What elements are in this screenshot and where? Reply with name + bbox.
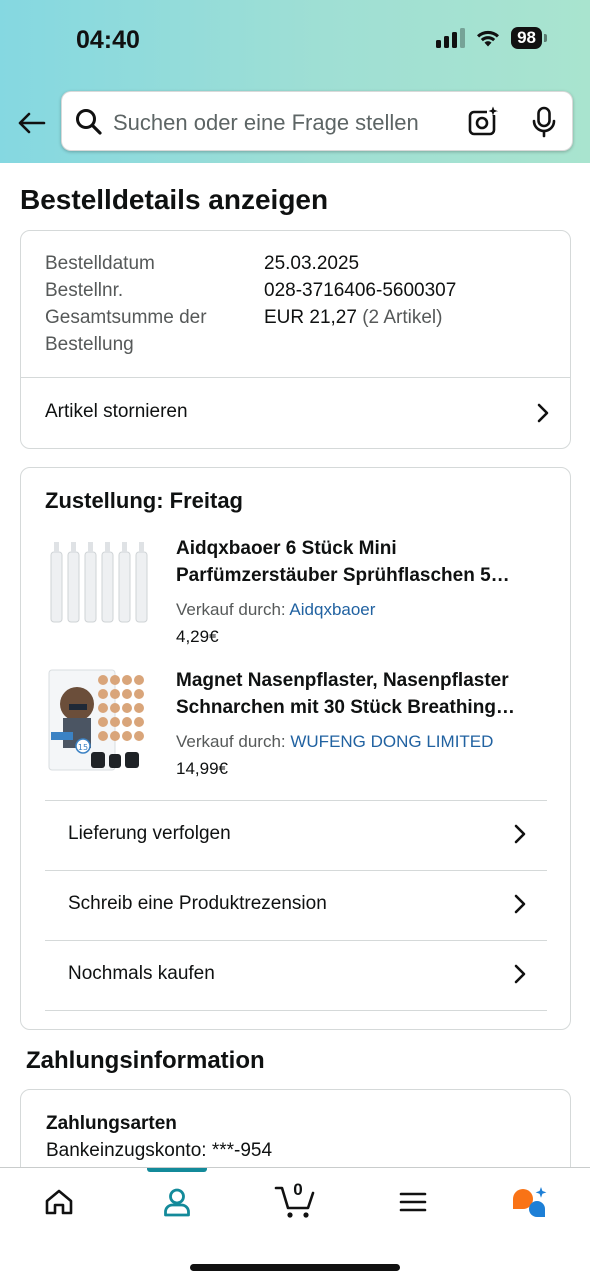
cancel-items-label: Artikel stornieren (45, 401, 188, 422)
status-time: 04:40 (76, 26, 140, 54)
assistant-icon (513, 1187, 547, 1217)
order-total-amount: EUR 21,27 (264, 307, 357, 328)
active-tab-indicator (147, 1168, 207, 1172)
payment-section-title: Zahlungsinformation (26, 1047, 265, 1074)
product-title-line1: Magnet Nasenpflaster, Nasenpflaster (176, 670, 509, 691)
divider (45, 1010, 547, 1011)
order-item-count: (2 Artikel) (362, 307, 443, 328)
product-image (45, 538, 151, 634)
cancel-items-row[interactable]: Artikel stornieren (21, 378, 570, 448)
order-summary-card: Bestelldatum 25.03.2025 Bestellnr. 028-3… (20, 230, 571, 449)
search-input[interactable]: Suchen oder eine Frage stellen (61, 91, 573, 151)
seller-link[interactable]: Aidqxbaoer (289, 600, 375, 619)
product-title-line2: Schnarchen mit 30 Stück Breathing… (176, 697, 515, 718)
search-placeholder: Suchen oder eine Frage stellen (113, 110, 419, 135)
back-arrow-icon (18, 112, 46, 134)
product-price: 14,99€ (176, 759, 228, 778)
seller-info: Verkauf durch: WUFENG DONG LIMITED (176, 732, 494, 751)
menu-icon (399, 1192, 427, 1212)
product-item[interactable]: Aidqxbaoer 6 Stück Mini Parfümzerstäuber… (21, 528, 570, 648)
battery-indicator: 98 (511, 27, 547, 49)
track-delivery-row[interactable]: Lieferung verfolgen (45, 801, 547, 870)
account-icon (164, 1188, 190, 1217)
tab-cart[interactable]: 0 (270, 1180, 320, 1222)
seller-info: Verkauf durch: Aidqxbaoer (176, 600, 376, 619)
seller-link[interactable]: WUFENG DONG LIMITED (290, 732, 493, 751)
order-number-label: Bestellnr. (45, 280, 124, 301)
payment-method-label: Zahlungsarten (46, 1113, 177, 1134)
order-date-label: Bestelldatum (45, 253, 155, 274)
chevron-right-icon (514, 894, 526, 914)
wifi-icon (477, 30, 500, 47)
order-date-value: 25.03.2025 (264, 253, 360, 274)
product-item[interactable]: 15 Magnet Nasenpflaster, Nasenpflaster S… (21, 660, 570, 780)
thumb-badge: 15 (78, 743, 88, 752)
microphone-icon[interactable] (530, 106, 558, 138)
tab-account[interactable] (152, 1182, 202, 1222)
product-title-line2: Parfümzerstäuber Sprühflaschen 5… (176, 565, 510, 586)
header: 04:40 98 Suchen oder eine Frage stellen (0, 0, 590, 163)
bottom-tab-bar: 0 (0, 1167, 590, 1280)
product-image: 15 (48, 669, 144, 771)
tab-menu[interactable] (388, 1182, 438, 1222)
home-indicator (190, 1264, 400, 1271)
page-title: Bestelldetails anzeigen (20, 184, 329, 215)
delivery-heading: Zustellung: Freitag (45, 488, 243, 513)
status-icons: 98 (436, 27, 547, 49)
product-price: 4,29€ (176, 627, 219, 646)
chevron-right-icon (514, 964, 526, 984)
tab-home[interactable] (34, 1182, 84, 1222)
order-total-value: EUR 21,27 (2 Artikel) (264, 304, 442, 331)
order-total-label: Gesamtsumme der Bestellung (45, 307, 207, 355)
back-button[interactable] (14, 106, 48, 140)
chevron-right-icon (537, 403, 549, 423)
camera-search-icon[interactable] (467, 106, 499, 138)
home-icon (45, 1189, 73, 1215)
search-icon (76, 109, 102, 135)
tab-rufus-assistant[interactable] (504, 1182, 554, 1222)
delivery-card: Zustellung: Freitag Aidqxbaoer 6 Stück M… (20, 467, 571, 1030)
order-number-value: 028-3716406-5600307 (264, 280, 457, 301)
cart-count: 0 (293, 1180, 303, 1199)
product-title-line1: Aidqxbaoer 6 Stück Mini (176, 538, 397, 559)
signal-icon (436, 28, 466, 48)
payment-method-value: Bankeinzugskonto: ***-954 (46, 1140, 273, 1161)
write-review-label: Schreib eine Produktrezension (68, 893, 327, 914)
buy-again-row[interactable]: Nochmals kaufen (45, 941, 547, 1010)
chevron-right-icon (514, 824, 526, 844)
buy-again-label: Nochmals kaufen (68, 963, 215, 984)
track-delivery-label: Lieferung verfolgen (68, 823, 231, 844)
write-review-row[interactable]: Schreib eine Produktrezension (45, 871, 547, 940)
